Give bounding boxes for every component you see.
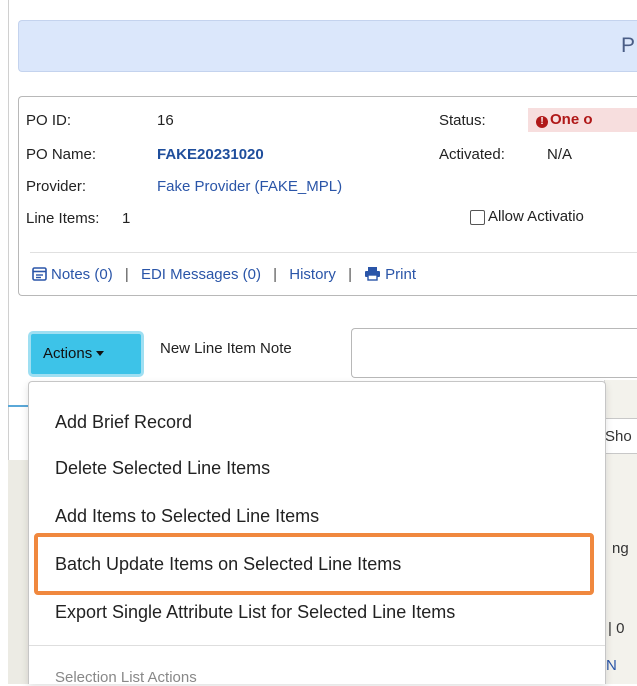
menu-item-add-brief-record[interactable]: Add Brief Record — [55, 412, 192, 433]
link-separator: | — [348, 266, 352, 283]
link-separator: | — [273, 266, 278, 283]
menu-divider — [29, 645, 605, 646]
background-stripe — [8, 460, 30, 684]
alert-icon: ! — [536, 116, 548, 128]
status-badge: ! One o — [528, 108, 637, 132]
background-tab-line — [8, 405, 30, 407]
caret-down-icon — [96, 351, 105, 356]
notes-icon — [32, 267, 47, 281]
po-name-label: PO Name: — [26, 146, 97, 163]
allow-activation-label: Allow Activatio — [488, 208, 584, 225]
status-text: One o — [550, 111, 593, 128]
history-link[interactable]: History — [289, 266, 336, 283]
background-link-fragment[interactable]: N — [606, 657, 617, 674]
po-id-value: 16 — [157, 112, 174, 129]
menu-item-export-single-attribute-list[interactable]: Export Single Attribute List for Selecte… — [55, 602, 455, 623]
menu-section-header: Selection List Actions — [55, 669, 197, 686]
panel-divider — [30, 252, 637, 253]
link-separator: | — [124, 266, 129, 283]
status-label: Status: — [439, 112, 486, 129]
provider-label: Provider: — [26, 178, 87, 195]
print-link[interactable]: Print — [364, 266, 416, 283]
page-header-banner: P — [18, 20, 637, 72]
provider-link[interactable]: Fake Provider (FAKE_MPL) — [157, 178, 342, 195]
po-name-link[interactable]: FAKE20231020 — [157, 146, 264, 163]
allow-activation-checkbox[interactable] — [470, 210, 485, 225]
actions-button-label: Actions — [43, 345, 93, 362]
background-text-fragment: ng — [612, 540, 629, 557]
print-link-label: Print — [385, 266, 416, 283]
page-title: P — [620, 34, 635, 57]
notes-link-label: Notes (0) — [51, 266, 113, 283]
menu-item-add-items-to-selected[interactable]: Add Items to Selected Line Items — [55, 506, 319, 527]
po-id-label: PO ID: — [26, 112, 72, 129]
menu-item-delete-selected-line-items[interactable]: Delete Selected Line Items — [55, 458, 270, 479]
po-links-bar: Notes (0) | EDI Messages (0) | History |… — [32, 266, 416, 283]
activated-label: Activated: — [439, 146, 505, 163]
actions-dropdown-button[interactable]: Actions — [28, 331, 144, 377]
line-items-count: 1 — [122, 210, 131, 227]
edi-messages-link[interactable]: EDI Messages (0) — [141, 266, 261, 283]
activated-value: N/A — [547, 146, 573, 163]
notes-link[interactable]: Notes (0) — [32, 266, 117, 283]
new-line-item-note-input[interactable] — [351, 328, 637, 378]
highlight-annotation — [34, 533, 594, 595]
print-icon — [365, 267, 381, 281]
background-count-fragment: | 0 — [608, 620, 625, 637]
line-items-label: Line Items: — [26, 210, 100, 227]
new-line-item-note-label: New Line Item Note — [160, 340, 292, 357]
